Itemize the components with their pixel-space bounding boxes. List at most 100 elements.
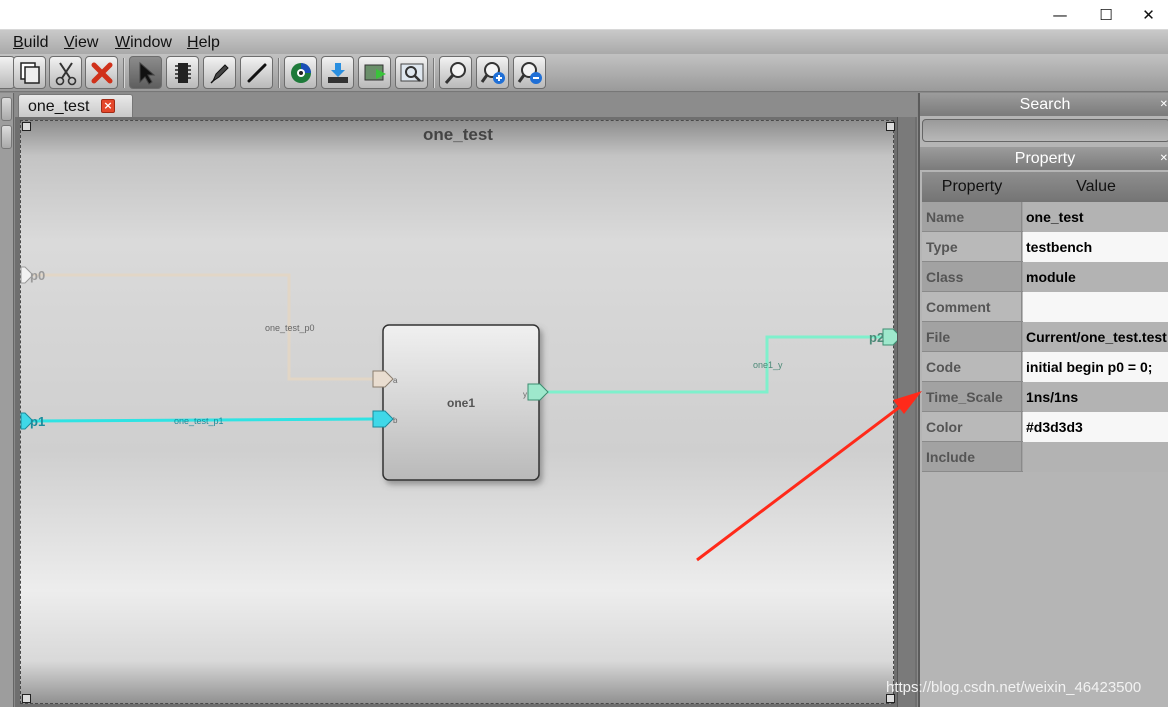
cut-icon [55, 61, 76, 85]
property-value[interactable]: initial begin p0 = 0; [1023, 352, 1168, 382]
property-row[interactable]: Comment [922, 292, 1168, 322]
selection-handle[interactable] [22, 694, 31, 703]
simulate-button[interactable] [284, 56, 317, 89]
pin-p0-label: p0 [30, 268, 45, 283]
menu-build[interactable]: Build [13, 34, 49, 52]
port-y-label: y [523, 390, 527, 399]
tab-one-test[interactable]: one_test × [18, 94, 133, 117]
column-header-property[interactable]: Property [922, 172, 1022, 202]
property-key: File [922, 322, 1022, 352]
property-key: Time_Scale [922, 382, 1022, 412]
download-button[interactable] [321, 56, 354, 89]
property-value[interactable]: Current/one_test.test [1023, 322, 1168, 352]
port-b-label: b [393, 416, 398, 425]
run-button[interactable] [358, 56, 391, 89]
menu-help-label: elp [198, 34, 220, 51]
port-y[interactable] [527, 383, 549, 401]
simulate-icon [290, 62, 311, 83]
port-a-label: a [393, 376, 398, 385]
property-row[interactable]: Color #d3d3d3 [922, 412, 1168, 442]
property-value[interactable] [1023, 292, 1168, 322]
schematic-canvas[interactable]: one_test p0 p1 p2 one_test_p0 one_test_p… [20, 120, 902, 704]
property-table-header: Property Value [922, 172, 1168, 202]
tab-label: one_test [28, 98, 90, 115]
property-value[interactable] [1023, 442, 1168, 472]
wire-p0-label: one_test_p0 [265, 323, 315, 333]
property-key: Class [922, 262, 1022, 292]
search-panel-header: Search ✕ [920, 93, 1168, 116]
window-title-bar: — ☐ ✕ [0, 0, 1168, 30]
property-row[interactable]: Code initial begin p0 = 0; [922, 352, 1168, 382]
pen-icon [209, 63, 229, 84]
menu-bar: Build View Window Help [0, 30, 1168, 54]
property-row[interactable]: Name one_test [922, 202, 1168, 232]
wire-p0[interactable] [33, 273, 373, 381]
wire-p2[interactable] [547, 335, 883, 394]
menu-build-accel: B [13, 34, 24, 51]
menu-view-accel: V [64, 34, 75, 51]
copy-icon [19, 61, 40, 84]
copy-button[interactable] [13, 56, 46, 89]
schematic-diagram: p0 p1 p2 one_test_p0 one_test_p1 one1_y … [20, 266, 902, 481]
zoom-out-button[interactable] [513, 56, 546, 89]
left-dock-handle[interactable] [1, 97, 12, 121]
selection-handle[interactable] [22, 122, 31, 131]
menu-window-label: indow [130, 34, 172, 51]
search-panel-close-icon[interactable]: ✕ [1160, 93, 1168, 116]
zoom-fit-icon [400, 63, 423, 82]
menu-help[interactable]: Help [187, 34, 220, 52]
module-name-label: one1 [447, 396, 475, 410]
menu-view[interactable]: View [64, 34, 98, 52]
property-row[interactable]: Time_Scale 1ns/1ns [922, 382, 1168, 412]
property-value[interactable]: one_test [1023, 202, 1168, 232]
property-key: Color [922, 412, 1022, 442]
zoom-out-icon [517, 61, 542, 84]
tab-close-icon[interactable]: × [101, 99, 115, 113]
property-row[interactable]: File Current/one_test.test [922, 322, 1168, 352]
zoom-button[interactable] [439, 56, 472, 89]
search-input[interactable] [922, 119, 1168, 142]
close-button[interactable]: ✕ [1129, 0, 1168, 30]
property-panel-close-icon[interactable]: ✕ [1160, 147, 1168, 170]
download-icon [327, 62, 348, 83]
property-panel-header: Property ✕ [920, 147, 1168, 170]
property-value[interactable]: module [1023, 262, 1168, 292]
pin-p1-label: p1 [30, 414, 45, 429]
property-row[interactable]: Type testbench [922, 232, 1168, 262]
run-icon [364, 64, 386, 80]
delete-button[interactable] [85, 56, 118, 89]
schematic-editor: one_test p0 p1 p2 one_test_p0 one_test_p… [15, 117, 917, 707]
editor-scrollbar[interactable] [897, 117, 915, 707]
cut-button[interactable] [49, 56, 82, 89]
property-row[interactable]: Class module [922, 262, 1168, 292]
wire-icon [247, 63, 266, 82]
property-key: Include [922, 442, 1022, 472]
toolbar [0, 54, 1168, 92]
column-header-value[interactable]: Value [1022, 172, 1168, 202]
zoom-in-button[interactable] [476, 56, 509, 89]
select-pointer-icon [139, 61, 155, 85]
property-row[interactable]: Include [922, 442, 1168, 472]
right-dock: Search ✕ Property ✕ Property Value Name o… [918, 93, 1168, 707]
menu-view-label: iew [74, 34, 99, 51]
selection-handle[interactable] [886, 122, 895, 131]
property-value[interactable]: 1ns/1ns [1023, 382, 1168, 412]
zoom-fit-button[interactable] [395, 56, 428, 89]
search-panel-title: Search [1019, 96, 1071, 113]
module-button[interactable] [166, 56, 199, 89]
wire-button[interactable] [240, 56, 273, 89]
property-value[interactable]: #d3d3d3 [1023, 412, 1168, 442]
delete-icon [91, 62, 112, 83]
draw-button[interactable] [203, 56, 236, 89]
minimize-button[interactable]: — [1037, 0, 1083, 30]
left-dock-handle[interactable] [1, 125, 12, 149]
pin-p2-label: p2 [869, 330, 884, 345]
select-button[interactable] [129, 56, 162, 89]
maximize-button[interactable]: ☐ [1083, 0, 1129, 30]
zoom-in-icon [480, 61, 505, 84]
wire-p1-label: one_test_p1 [174, 416, 224, 426]
menu-window[interactable]: Window [115, 34, 172, 52]
property-value[interactable]: testbench [1023, 232, 1168, 262]
property-key: Name [922, 202, 1022, 232]
property-key: Type [922, 232, 1022, 262]
